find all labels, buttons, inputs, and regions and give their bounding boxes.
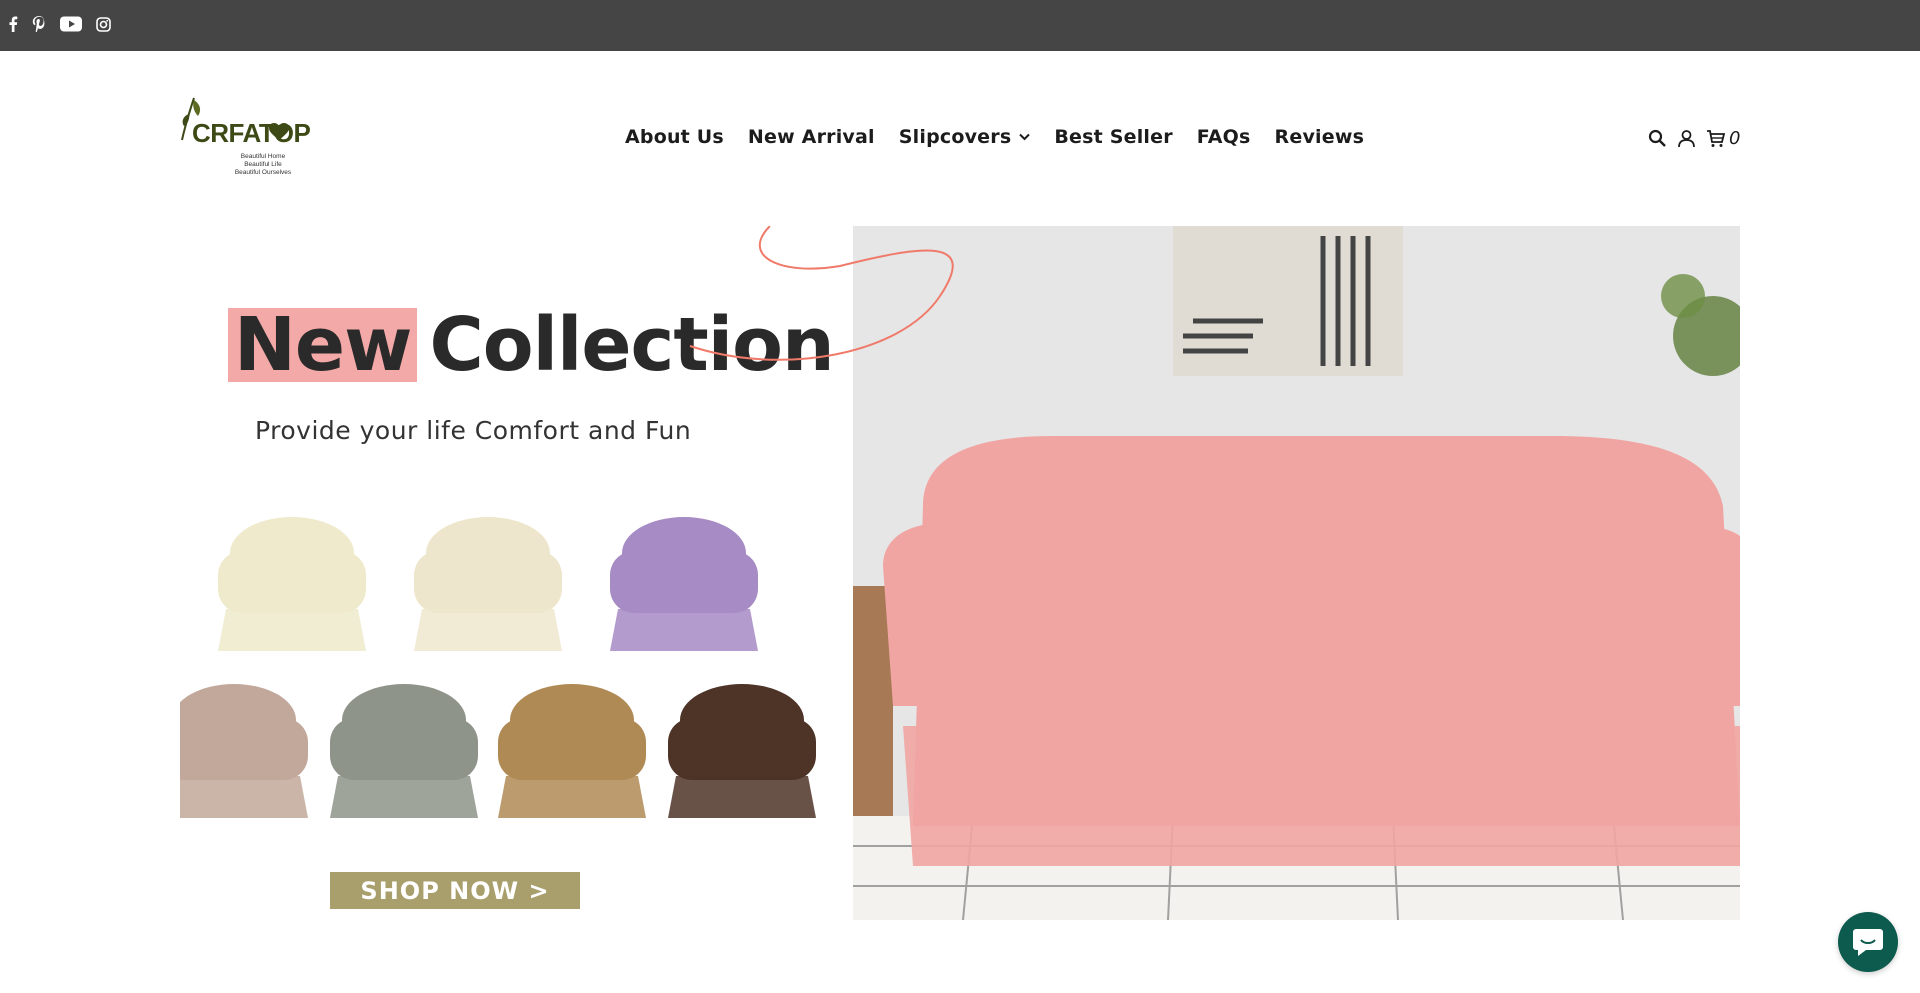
nav-about-us[interactable]: About Us xyxy=(625,126,724,148)
chair-image xyxy=(498,684,646,818)
chair-image xyxy=(218,517,366,651)
chair-image xyxy=(610,517,758,651)
instagram-icon[interactable] xyxy=(96,14,111,34)
social-links xyxy=(8,14,125,34)
chat-button[interactable] xyxy=(1838,912,1898,972)
logo-brand-text: CRFATOP xyxy=(192,118,311,148)
chair-image xyxy=(668,684,816,818)
site-logo[interactable]: CRFATOP Beautiful Home Beautiful Life Be… xyxy=(180,96,315,180)
chair-image xyxy=(330,684,478,818)
header-actions: 0 xyxy=(1648,128,1740,149)
hero-subheadline: Provide your life Comfort and Fun xyxy=(255,416,692,445)
top-bar xyxy=(0,0,1920,51)
nav-slipcovers-label: Slipcovers xyxy=(898,126,1012,148)
heart-logo-icon xyxy=(269,123,289,140)
hero-headline: New Collection xyxy=(228,302,835,388)
pinterest-icon[interactable] xyxy=(32,14,46,34)
main-nav: About Us New Arrival Slipcovers Best Sel… xyxy=(613,126,1376,148)
cart-icon[interactable] xyxy=(1706,129,1725,148)
account-icon[interactable] xyxy=(1677,129,1696,148)
headline-collection: Collection xyxy=(429,302,834,388)
logo-tagline-line: Beautiful Life xyxy=(244,161,282,168)
shop-now-button[interactable]: SHOP NOW > xyxy=(330,872,580,909)
nav-new-arrival[interactable]: New Arrival xyxy=(748,126,875,148)
nav-best-seller[interactable]: Best Seller xyxy=(1054,126,1172,148)
chevron-down-icon xyxy=(1019,133,1031,141)
logo-tagline-line: Beautiful Ourselves xyxy=(234,169,292,176)
facebook-icon[interactable] xyxy=(8,14,18,34)
logo-tagline-line: Beautiful Home xyxy=(240,153,286,160)
chair-image xyxy=(180,684,308,818)
nav-reviews[interactable]: Reviews xyxy=(1275,126,1365,148)
search-icon[interactable] xyxy=(1648,129,1667,148)
youtube-icon[interactable] xyxy=(60,14,82,34)
chair-image xyxy=(414,517,562,651)
headline-new: New xyxy=(228,308,418,382)
chat-bubble-icon xyxy=(1853,929,1883,956)
sofa-image xyxy=(853,226,1740,920)
logo-tagline: Beautiful Home Beautiful Life Beautiful … xyxy=(228,153,298,177)
hero-sofa-photo xyxy=(853,226,1740,920)
cart-count[interactable]: 0 xyxy=(1729,128,1740,149)
nav-faqs[interactable]: FAQs xyxy=(1197,126,1251,148)
hero-promo-panel: New Collection Provide your life Comfort… xyxy=(180,226,853,920)
nav-slipcovers[interactable]: Slipcovers xyxy=(899,126,1031,148)
hero-banner[interactable]: New Collection Provide your life Comfort… xyxy=(180,226,1740,920)
